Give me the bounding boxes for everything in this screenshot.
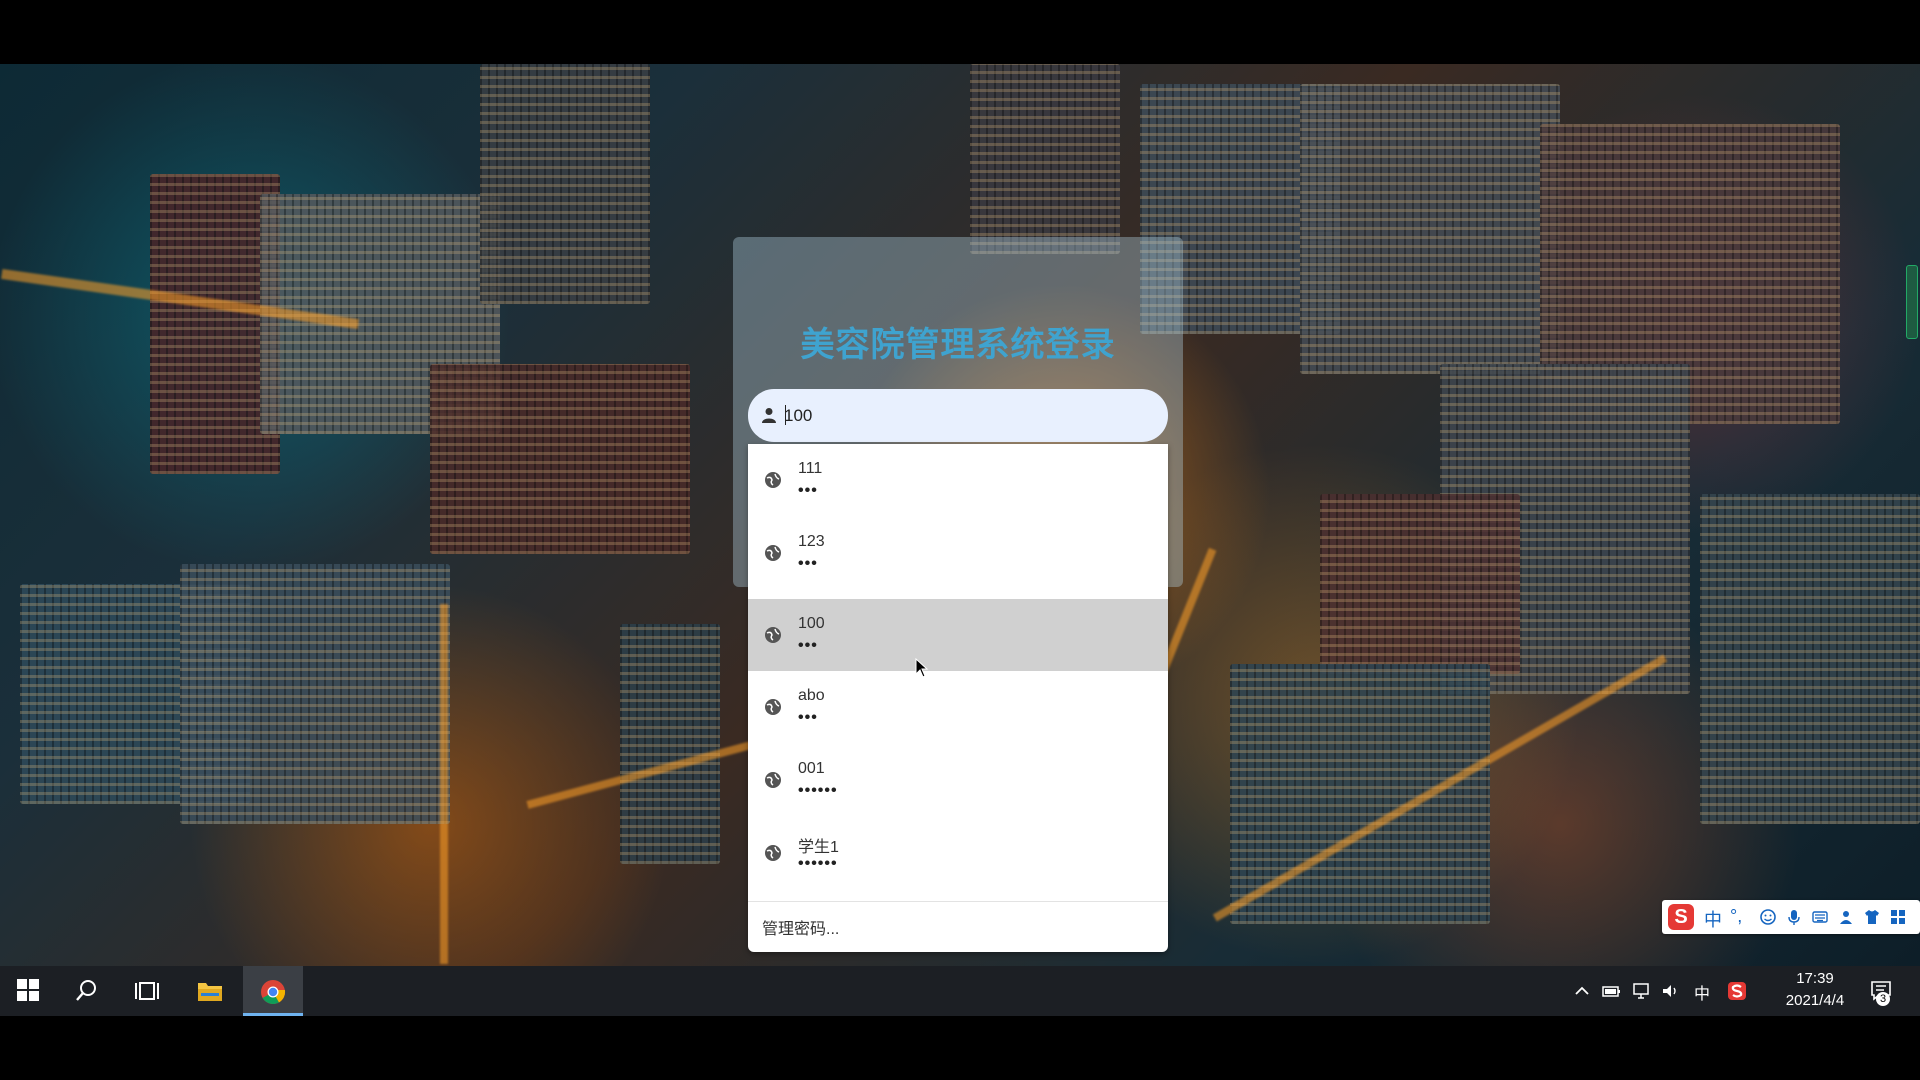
background-building	[620, 624, 720, 864]
file-explorer-button[interactable]	[180, 966, 238, 1016]
autofill-username: abo	[798, 687, 825, 704]
ime-toolbar: S 中 °,	[1662, 900, 1920, 934]
chrome-icon	[261, 980, 286, 1005]
background-building	[1300, 84, 1560, 374]
user-center-icon[interactable]	[1838, 909, 1854, 925]
manage-passwords-link[interactable]: 管理密码...	[762, 915, 839, 939]
globe-key-icon	[765, 472, 781, 488]
user-icon	[762, 408, 776, 423]
battery-icon[interactable]	[1601, 981, 1621, 1001]
autofill-password-mask: •••	[798, 482, 818, 499]
background-building	[1700, 494, 1920, 824]
microphone-icon[interactable]	[1786, 909, 1802, 925]
clock-date[interactable]: 2021/4/4	[1767, 992, 1863, 1009]
globe-key-icon	[765, 699, 781, 715]
background-building	[180, 564, 450, 824]
ime-mode-toggle[interactable]: 中	[1704, 906, 1722, 932]
globe-key-icon	[765, 845, 781, 861]
network-icon[interactable]	[1631, 981, 1651, 1001]
emoji-icon[interactable]	[1760, 909, 1776, 925]
text-caret	[785, 405, 786, 425]
autofill-item-highlighted[interactable]: 100 •••	[748, 599, 1168, 671]
autofill-username: 100	[798, 615, 825, 632]
volume-icon[interactable]	[1660, 981, 1680, 1001]
notification-count-badge: 3	[1876, 992, 1890, 1006]
autofill-item[interactable]: 001 ••••••	[748, 744, 1168, 816]
globe-key-icon	[765, 545, 781, 561]
login-title: 美容院管理系统登录	[800, 326, 1116, 364]
taskbar: 中 17:39 2021/4/4 3	[0, 966, 1920, 1016]
sogou-icon[interactable]	[1727, 981, 1747, 1001]
username-input[interactable]	[784, 403, 1154, 429]
background-building	[480, 64, 650, 304]
toolbox-grid-icon[interactable]	[1890, 909, 1906, 925]
sogou-logo[interactable]: S	[1668, 904, 1694, 930]
skin-shirt-icon[interactable]	[1864, 909, 1880, 925]
edge-indicator	[1906, 265, 1918, 339]
task-view-icon	[135, 982, 159, 1000]
background-building	[1320, 494, 1520, 674]
chevron-up-icon[interactable]	[1572, 981, 1592, 1001]
autofill-password-mask: •••	[798, 555, 818, 572]
autofill-dropdown: 111 ••• 123 ••• 100 ••• abo ••• 001 ••••…	[748, 444, 1168, 952]
input-language-indicator[interactable]: 中	[1694, 980, 1710, 1004]
task-view-button[interactable]	[118, 966, 176, 1016]
autofill-password-mask: •••	[798, 637, 818, 654]
taskbar-search-button[interactable]	[58, 966, 116, 1016]
background-street	[440, 604, 448, 964]
chrome-taskbar-button[interactable]	[243, 966, 303, 1016]
dropdown-divider	[748, 901, 1168, 902]
search-icon	[76, 980, 96, 1001]
autofill-username: 学生1	[798, 839, 839, 856]
ime-punct-toggle[interactable]: °,	[1730, 906, 1742, 927]
username-field[interactable]	[748, 389, 1168, 442]
autofill-item[interactable]: 123 •••	[748, 517, 1168, 589]
keyboard-icon[interactable]	[1812, 909, 1828, 925]
autofill-item[interactable]: 学生1 ••••••	[748, 817, 1168, 889]
autofill-username: 001	[798, 760, 825, 777]
autofill-username: 111	[798, 460, 823, 477]
autofill-password-mask: ••••••	[798, 855, 838, 872]
start-button[interactable]	[0, 966, 58, 1016]
globe-key-icon	[765, 772, 781, 788]
background-building	[430, 364, 690, 554]
autofill-password-mask: •••	[798, 709, 818, 726]
autofill-item[interactable]: abo •••	[748, 671, 1168, 743]
autofill-username: 123	[798, 533, 825, 550]
file-explorer-icon	[198, 983, 222, 1001]
autofill-password-mask: ••••••	[798, 782, 838, 799]
autofill-item[interactable]: 111 •••	[748, 444, 1168, 516]
windows-start-icon	[17, 979, 39, 1001]
mouse-cursor-icon	[915, 658, 929, 678]
clock-time[interactable]: 17:39	[1785, 970, 1845, 987]
background-building	[970, 64, 1120, 254]
globe-key-icon	[765, 627, 781, 643]
